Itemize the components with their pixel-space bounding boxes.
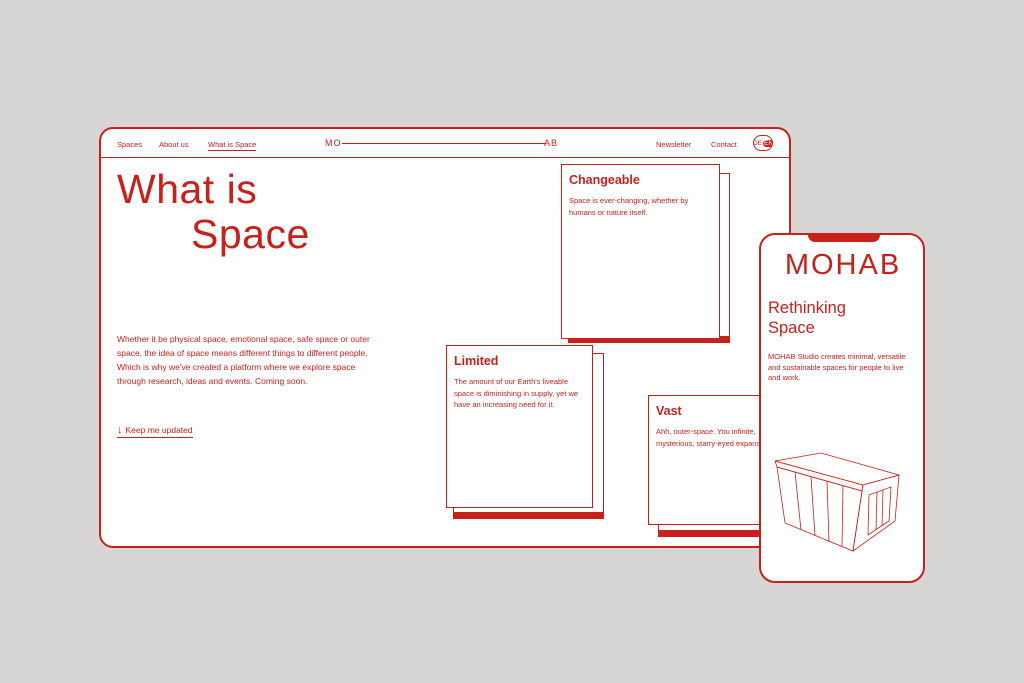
nav-what-is-space[interactable]: What is Space — [208, 140, 257, 151]
cabin-illustration-icon — [774, 452, 901, 552]
mobile-title-line2: Space — [768, 319, 815, 337]
intro-paragraph: Whether it be physical space, emotional … — [117, 334, 370, 386]
card-limited[interactable]: Limited The amount of our Earth's liveab… — [446, 345, 593, 508]
mobile-logo[interactable]: MOHAB — [767, 249, 919, 282]
nav-spaces[interactable]: Spaces — [117, 140, 142, 149]
lang-de[interactable]: DE — [754, 140, 763, 147]
keep-me-updated-label: Keep me updated — [125, 425, 193, 435]
logo-left[interactable]: MO — [325, 138, 342, 148]
hero-title-line1: What is — [117, 166, 258, 212]
logo-right[interactable]: AB — [544, 138, 558, 148]
mobile-text: MOHAB Studio creates minimal, versatile … — [768, 352, 906, 382]
nav-newsletter[interactable]: Newsletter — [656, 140, 691, 149]
nav-contact[interactable]: Contact — [711, 140, 737, 149]
logo-line — [342, 143, 545, 144]
language-toggle[interactable]: DE EN — [753, 135, 773, 151]
arrow-down-icon: ↓ — [117, 424, 123, 436]
mobile-title: Rethinking Space — [768, 298, 846, 338]
lang-en[interactable]: EN — [763, 139, 772, 147]
mobile-mockup: MOHAB Rethinking Space MOHAB Studio crea… — [759, 233, 925, 583]
desktop-mockup: Spaces About us What is Space MO AB News… — [99, 127, 791, 548]
card-changeable[interactable]: Changeable Space is ever-changing, wheth… — [561, 164, 720, 339]
hero-title-line2: Space — [191, 211, 310, 257]
keep-me-updated-link[interactable]: ↓ Keep me updated — [117, 425, 193, 438]
top-navigation: Spaces About us What is Space MO AB News… — [101, 129, 789, 158]
card-text: The amount of our Earth's liveable space… — [454, 377, 579, 409]
phone-notch — [808, 235, 880, 242]
card-text: Space is ever-changing, whether by human… — [569, 196, 689, 217]
mobile-title-line1: Rethinking — [768, 299, 846, 317]
card-title: Changeable — [569, 173, 640, 187]
nav-about-us[interactable]: About us — [159, 140, 189, 149]
card-title: Limited — [454, 354, 499, 368]
